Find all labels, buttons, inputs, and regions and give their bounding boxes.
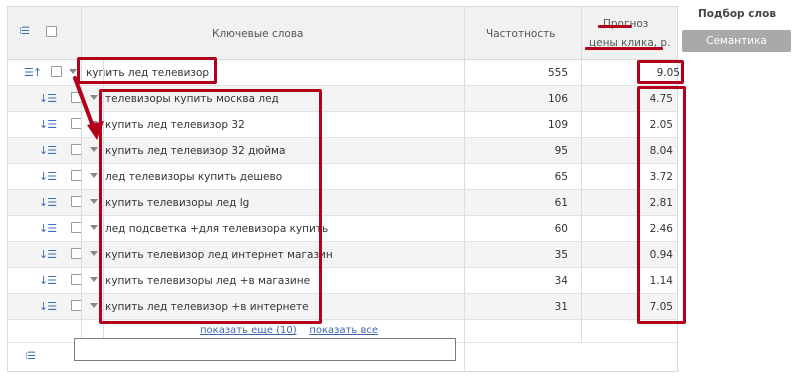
dropdown-triangle-icon[interactable] <box>90 303 98 308</box>
annotation-box-main-price <box>637 60 684 84</box>
frequency-value: 65 <box>554 171 568 183</box>
forecast-header-line1[interactable]: Прогноз <box>603 18 648 30</box>
dropdown-triangle-icon[interactable] <box>69 69 77 74</box>
dropdown-triangle-icon[interactable] <box>90 199 98 204</box>
column-divider <box>581 7 582 343</box>
annotation-arrow-icon <box>73 76 104 140</box>
show-more-links: показать еще (10) показать все <box>200 325 378 336</box>
dropdown-triangle-icon[interactable] <box>90 147 98 152</box>
frequency-value: 31 <box>554 301 568 313</box>
sort-expand-icon[interactable]: ↓☰ <box>39 144 57 157</box>
frequency-value: 555 <box>547 67 568 79</box>
sort-expand-icon[interactable]: ↓☰ <box>39 222 57 235</box>
tree-collapse-icon[interactable]: ⁝☰ <box>19 26 30 37</box>
sort-expand-icon[interactable]: ↓☰ <box>39 118 57 131</box>
side-panel-title: Подбор слов <box>698 8 776 20</box>
frequency-value: 109 <box>547 119 568 131</box>
column-divider <box>464 7 465 371</box>
sort-expand-icon[interactable]: ↓☰ <box>39 92 57 105</box>
show-all-link[interactable]: показать все <box>309 325 378 336</box>
sort-expand-icon[interactable]: ↓☰ <box>39 300 57 313</box>
dropdown-triangle-icon[interactable] <box>90 225 98 230</box>
frequency-value: 34 <box>554 275 568 287</box>
sort-expand-icon[interactable]: ↓☰ <box>39 274 57 287</box>
frequency-value: 60 <box>554 223 568 235</box>
dropdown-triangle-icon[interactable] <box>90 251 98 256</box>
semantics-button[interactable]: Семантика <box>682 30 791 52</box>
frequency-value: 35 <box>554 249 568 261</box>
show-more-link[interactable]: показать еще (10) <box>200 325 297 336</box>
keywords-column-header[interactable]: Ключевые слова <box>212 28 303 40</box>
new-keyword-input[interactable] <box>74 338 456 361</box>
sort-collapse-icon[interactable]: ☰↑ <box>24 66 42 79</box>
sort-expand-icon[interactable]: ↓☰ <box>39 196 57 209</box>
frequency-value: 106 <box>547 93 568 105</box>
grid-header: ⁝☰ Ключевые слова Частотность Прогноз це… <box>8 7 677 60</box>
tree-add-icon[interactable]: ⁝☰ <box>25 351 36 362</box>
annotation-box-prices <box>637 86 686 324</box>
row-checkbox[interactable] <box>51 66 62 77</box>
frequency-value: 61 <box>554 197 568 209</box>
sort-expand-icon[interactable]: ↓☰ <box>39 248 57 261</box>
frequency-column-header[interactable]: Частотность <box>486 28 555 40</box>
sort-expand-icon[interactable]: ↓☰ <box>39 170 57 183</box>
select-all-checkbox[interactable] <box>46 26 57 37</box>
dropdown-triangle-icon[interactable] <box>90 173 98 178</box>
dropdown-triangle-icon[interactable] <box>90 277 98 282</box>
frequency-value: 95 <box>554 145 568 157</box>
annotation-box-keywords <box>99 89 322 324</box>
annotation-underline <box>598 25 632 28</box>
annotation-underline <box>585 47 663 50</box>
